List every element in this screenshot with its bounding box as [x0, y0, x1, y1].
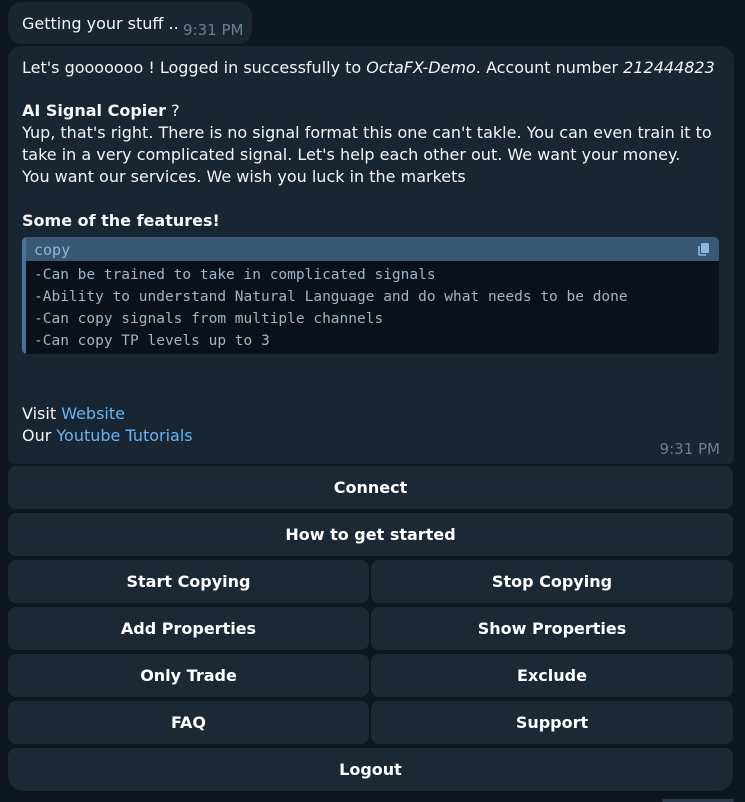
- status-message-bubble: Getting your stuff .. 9:31 PM: [8, 2, 252, 44]
- logout-button[interactable]: Logout: [8, 748, 733, 791]
- tutorial-line: Our Youtube Tutorials: [22, 426, 193, 445]
- copy-icon[interactable]: [697, 242, 711, 256]
- code-line-4: -Can copy TP levels up to 3: [34, 333, 270, 349]
- broker-name: OctaFX-Demo: [366, 58, 476, 77]
- login-prefix: Let's gooooooo ! Logged in successfully …: [22, 58, 367, 77]
- faq-button[interactable]: FAQ: [8, 701, 369, 744]
- status-message-time: 9:31 PM: [183, 21, 244, 39]
- stop-copying-button[interactable]: Stop Copying: [371, 560, 733, 603]
- only-trade-button[interactable]: Only Trade: [8, 654, 369, 697]
- support-button[interactable]: Support: [371, 701, 733, 744]
- code-line-2: -Ability to understand Natural Language …: [34, 289, 628, 305]
- code-block-accent: [22, 237, 26, 354]
- code-line-1: -Can be trained to take in complicated s…: [34, 267, 436, 283]
- code-block-language: copy: [34, 241, 71, 259]
- heading-suffix: ?: [166, 101, 180, 120]
- show-properties-button[interactable]: Show Properties: [371, 607, 733, 650]
- bot-message-bubble: Let's gooooooo ! Logged in successfully …: [8, 46, 734, 464]
- heading-line: AI Signal Copier ?: [22, 101, 180, 120]
- features-line: Some of the features!: [22, 211, 220, 230]
- account-number: 212444823: [623, 58, 715, 77]
- how-to-get-started-button[interactable]: How to get started: [8, 513, 733, 556]
- website-link[interactable]: Website: [61, 404, 125, 423]
- code-line-3: -Can copy signals from multiple channels: [34, 311, 384, 327]
- youtube-tutorials-link[interactable]: Youtube Tutorials: [56, 426, 192, 445]
- code-block[interactable]: copy -Can be trained to take in complica…: [22, 237, 719, 354]
- chat-view: Getting your stuff .. 9:31 PM Let's gooo…: [0, 0, 745, 802]
- account-label: . Account number: [475, 58, 624, 77]
- start-copying-button[interactable]: Start Copying: [8, 560, 369, 603]
- status-message-text: Getting your stuff ..: [22, 14, 179, 33]
- bot-message-time: 9:31 PM: [659, 440, 720, 458]
- add-properties-button[interactable]: Add Properties: [8, 607, 369, 650]
- features-heading: Some of the features!: [22, 211, 220, 230]
- connect-button[interactable]: Connect: [8, 466, 733, 509]
- tutorial-prefix: Our: [22, 426, 57, 445]
- exclude-button[interactable]: Exclude: [371, 654, 733, 697]
- visit-line: Visit Website: [22, 404, 125, 423]
- message-body: Yup, that's right. There is no signal fo…: [22, 123, 712, 186]
- code-block-header: [22, 237, 719, 261]
- message-heading: AI Signal Copier: [22, 101, 167, 120]
- login-line: Let's gooooooo ! Logged in successfully …: [22, 58, 715, 77]
- visit-prefix: Visit: [22, 404, 62, 423]
